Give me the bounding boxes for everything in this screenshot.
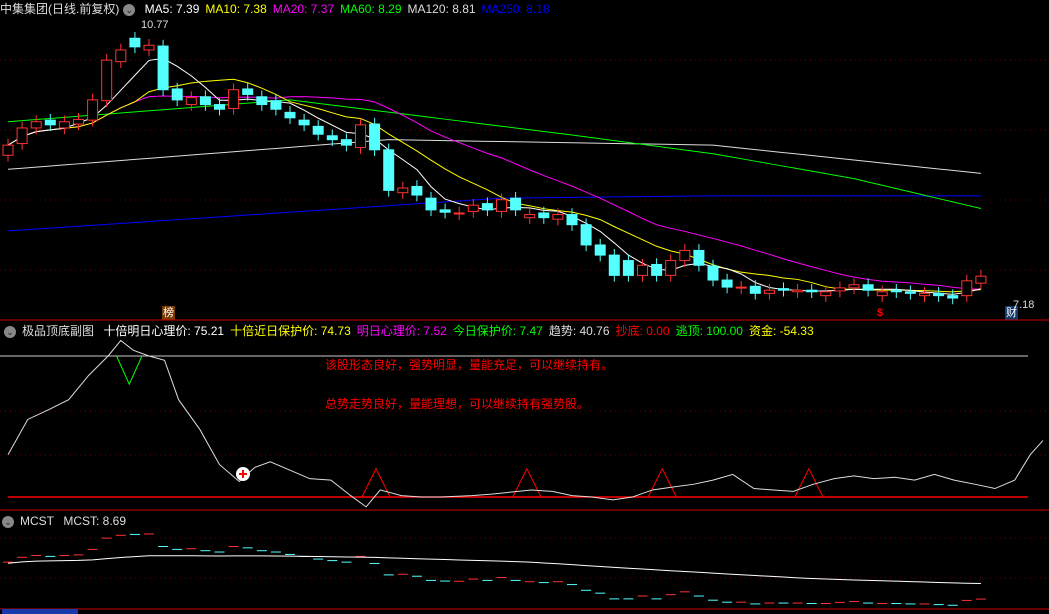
candle-body: [580, 224, 592, 246]
ma5-line: [7, 57, 982, 295]
trend-line: [7, 339, 1044, 508]
candle-body: [397, 187, 409, 194]
ma10-line: [7, 78, 981, 293]
candle-body: [58, 121, 70, 129]
candle-body: [594, 244, 606, 256]
candle-body: [369, 123, 381, 151]
candle-body: [622, 260, 634, 276]
candle-body: [707, 265, 719, 281]
candle-body: [143, 44, 155, 51]
candle-body: [256, 96, 268, 106]
candle-body: [298, 119, 310, 126]
candle-body: [199, 96, 211, 106]
candle-body: [411, 185, 423, 196]
candle-body: [693, 249, 705, 266]
bottom-signal: [512, 467, 542, 498]
candle-body: [961, 280, 973, 297]
candle-body: [651, 263, 663, 276]
candle-body: [340, 139, 352, 146]
candle-body: [778, 288, 789, 291]
candle-body: [312, 125, 324, 135]
candle-body: [284, 111, 296, 119]
candle-body: [439, 209, 451, 213]
candle-body: [820, 291, 832, 297]
candle-body: [496, 199, 507, 212]
candle-body: [453, 212, 465, 215]
candle-body: [665, 260, 677, 276]
bottom-tab: [2, 609, 78, 614]
candle-body: [30, 121, 42, 129]
candle-body: [214, 104, 225, 110]
candle-body: [73, 118, 84, 125]
candle-body: [87, 99, 99, 121]
bottom-signal: [361, 467, 391, 498]
candle-body: [792, 289, 804, 293]
candle-body: [171, 88, 183, 101]
bottom-signal: [647, 467, 677, 498]
mcst-line: [7, 555, 981, 585]
candle-body: [115, 49, 127, 63]
candle-body: [467, 204, 479, 212]
candle-body: [721, 279, 733, 288]
candle-body: [679, 249, 691, 262]
candle-body: [763, 289, 775, 294]
candle-body: [383, 149, 395, 191]
candle-body: [2, 144, 14, 156]
candle-body: [425, 197, 437, 211]
candle-body: [101, 59, 113, 102]
candle-body: [326, 135, 338, 141]
candle-body: [129, 37, 141, 48]
candle-body: [538, 212, 550, 219]
candle-body: [933, 292, 945, 297]
candle-body: [524, 214, 536, 219]
candle-body: [157, 45, 169, 91]
candle-body: [975, 275, 987, 284]
candle-body: [890, 289, 902, 293]
kline-chart[interactable]: [0, 0, 1049, 614]
candle-body: [608, 254, 620, 276]
candle-body: [552, 214, 564, 220]
candle-body: [355, 124, 366, 148]
ma60-line: [7, 99, 982, 209]
candle-body: [228, 89, 240, 109]
candle-body: [848, 284, 860, 289]
candle-body: [834, 287, 846, 292]
candle-body: [270, 100, 282, 110]
ma120-line: [7, 139, 981, 174]
candle-body: [947, 295, 959, 299]
candle-body: [185, 97, 197, 106]
ma250-line: [7, 195, 981, 232]
candle-body: [749, 285, 761, 294]
candle-body: [44, 119, 56, 126]
candle-body: [919, 292, 930, 297]
candle-body: [566, 214, 578, 226]
candle-body: [876, 291, 888, 297]
candle-body: [806, 289, 818, 293]
candle-body: [735, 286, 747, 289]
candle-body: [510, 197, 522, 211]
candle-body: [481, 203, 493, 211]
candle-body: [904, 291, 916, 294]
candle-body: [637, 264, 648, 276]
candle-body: [16, 127, 28, 145]
top-signal: [116, 355, 143, 386]
candle-body: [242, 88, 254, 95]
candle-body: [862, 284, 874, 291]
